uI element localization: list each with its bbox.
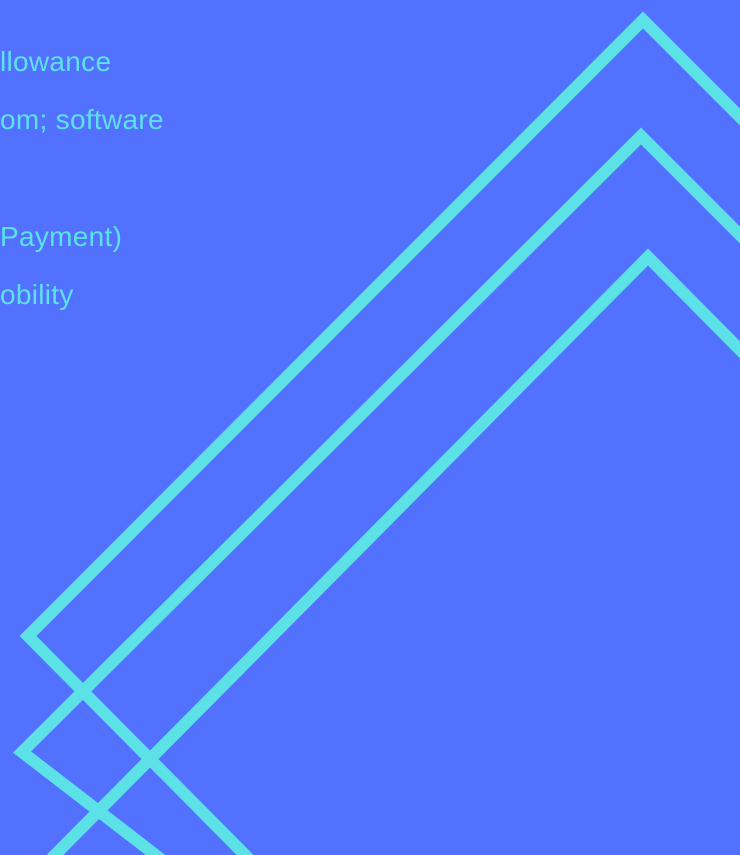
chevron-lines-decoration bbox=[12, 11, 740, 855]
chevron-line-middle bbox=[12, 127, 740, 855]
chevron-line-inner bbox=[46, 248, 740, 855]
